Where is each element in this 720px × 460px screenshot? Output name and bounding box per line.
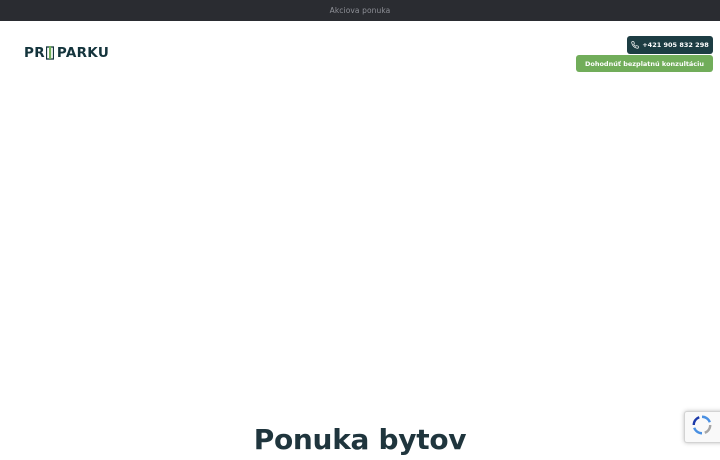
phone-icon <box>631 41 639 49</box>
apartment-offer-heading: Ponuka bytov <box>253 423 467 456</box>
recaptcha-icon <box>691 414 713 440</box>
phone-button[interactable]: +421 905 832 298 <box>627 36 713 54</box>
special-offer-link[interactable]: Akciova ponuka <box>330 6 391 15</box>
logo-text-parku: PARKU <box>56 45 110 61</box>
phone-number-label: +421 905 832 298 <box>642 41 709 49</box>
top-announcement-bar: Akciova ponuka <box>0 0 720 21</box>
site-logo[interactable]: PR PARKU <box>24 44 109 62</box>
logo-mark-icon <box>45 46 55 60</box>
logo-text-pr: PR <box>24 45 45 61</box>
recaptcha-badge[interactable] <box>684 411 720 443</box>
free-consultation-button[interactable]: Dohodnúť bezplatnú konzultáciu <box>576 55 713 72</box>
